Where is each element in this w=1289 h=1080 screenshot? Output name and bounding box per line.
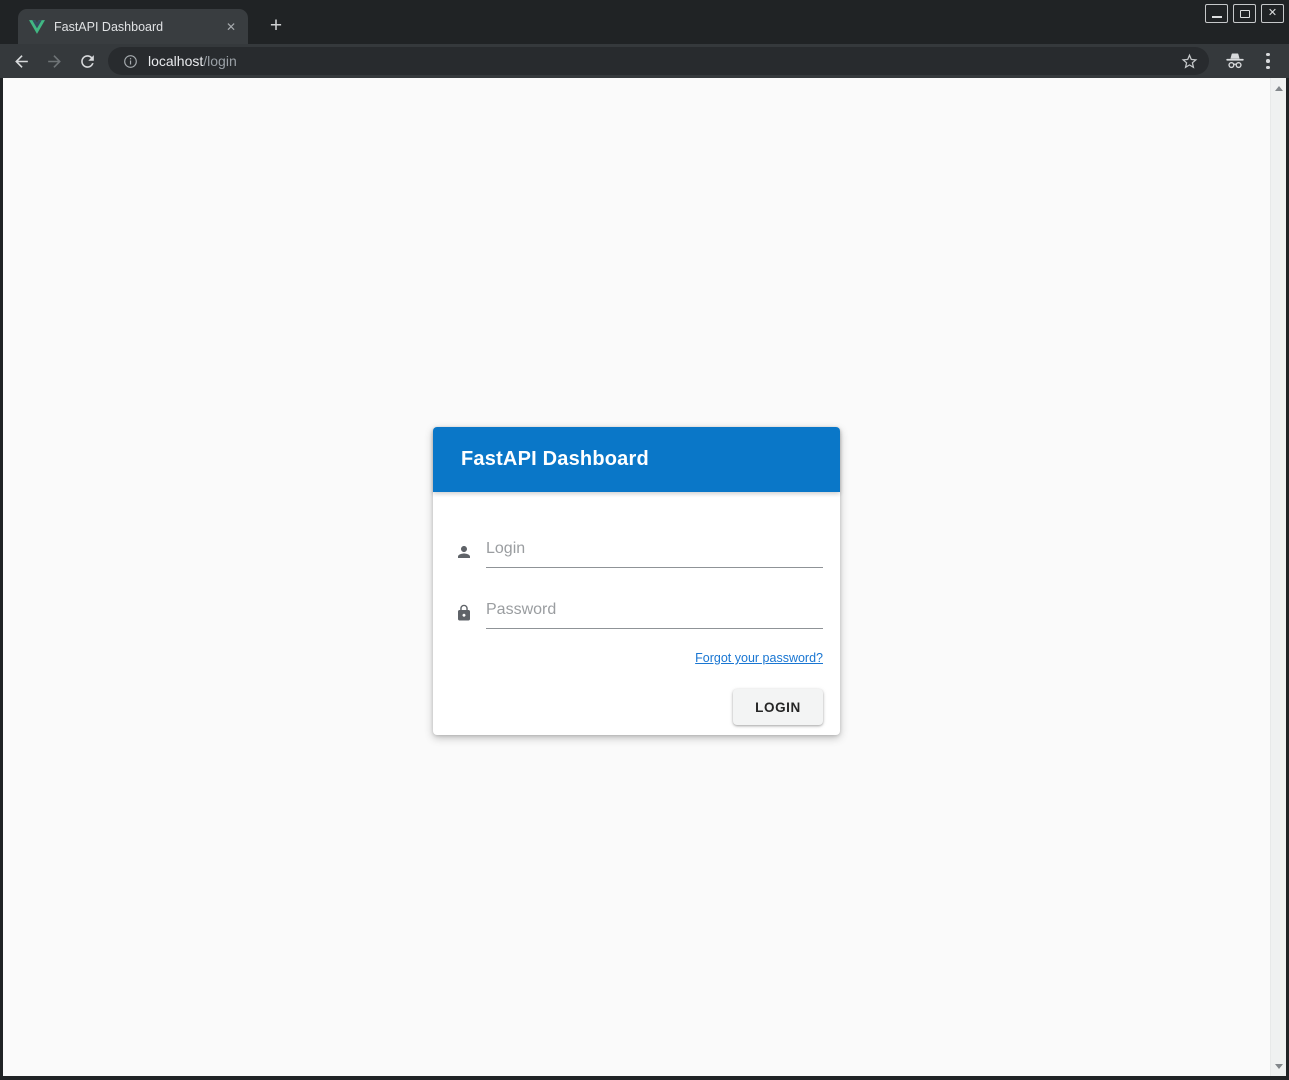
login-field-row [455,536,823,568]
scroll-down-button[interactable] [1271,1058,1287,1074]
page-scrollbar[interactable] [1270,78,1286,1076]
scroll-down-icon [1275,1064,1283,1069]
browser-tab[interactable]: FastAPI Dashboard ✕ [18,9,248,44]
login-input[interactable] [486,536,823,568]
menu-dots-icon [1266,53,1270,57]
scroll-up-button[interactable] [1271,80,1287,96]
login-button[interactable]: LOGIN [733,689,823,725]
info-icon [122,53,139,70]
refresh-icon [78,52,97,71]
address-bar[interactable]: localhost/login [108,47,1209,75]
back-button[interactable] [8,48,34,74]
close-button[interactable]: ✕ [1261,4,1284,23]
forgot-password-row: Forgot your password? [455,649,823,667]
new-tab-button[interactable]: + [261,11,291,41]
titlebar: FastAPI Dashboard ✕ + ✕ [0,0,1289,44]
password-input[interactable] [486,597,823,629]
tab-close-icon[interactable]: ✕ [222,18,240,36]
login-card-title: FastAPI Dashboard [461,448,649,471]
window-controls: ✕ [1205,4,1284,23]
forward-icon [45,52,64,71]
refresh-button[interactable] [74,48,100,74]
minimize-icon [1212,16,1222,18]
url-host: localhost [148,53,203,69]
browser-toolbar: localhost/login [0,44,1289,78]
login-card-body: Forgot your password? LOGIN [433,492,840,735]
incognito-indicator [1222,48,1248,74]
url-path: /login [203,53,236,69]
browser-window: FastAPI Dashboard ✕ + ✕ [0,0,1289,1080]
password-field-row [455,597,823,629]
tab-title: FastAPI Dashboard [54,20,222,34]
login-card-header: FastAPI Dashboard [433,427,840,492]
login-button-row: LOGIN [455,689,823,725]
forgot-password-link[interactable]: Forgot your password? [695,651,823,665]
browser-menu-button[interactable] [1257,48,1279,74]
url-text: localhost/login [148,53,237,69]
minimize-button[interactable] [1205,4,1228,23]
site-info-button[interactable] [119,50,141,72]
back-icon [12,52,31,71]
vue-favicon-icon [29,19,45,35]
scroll-up-icon [1275,86,1283,91]
maximize-icon [1240,10,1250,18]
forward-button[interactable] [41,48,67,74]
star-icon [1180,52,1199,71]
incognito-icon [1224,50,1246,72]
person-icon [455,543,473,561]
lock-icon [455,604,473,622]
maximize-button[interactable] [1233,4,1256,23]
page-viewport: FastAPI Dashboard Forgot your password? [3,78,1286,1076]
bookmark-star-button[interactable] [1177,49,1201,73]
login-card: FastAPI Dashboard Forgot your password? [433,427,840,735]
